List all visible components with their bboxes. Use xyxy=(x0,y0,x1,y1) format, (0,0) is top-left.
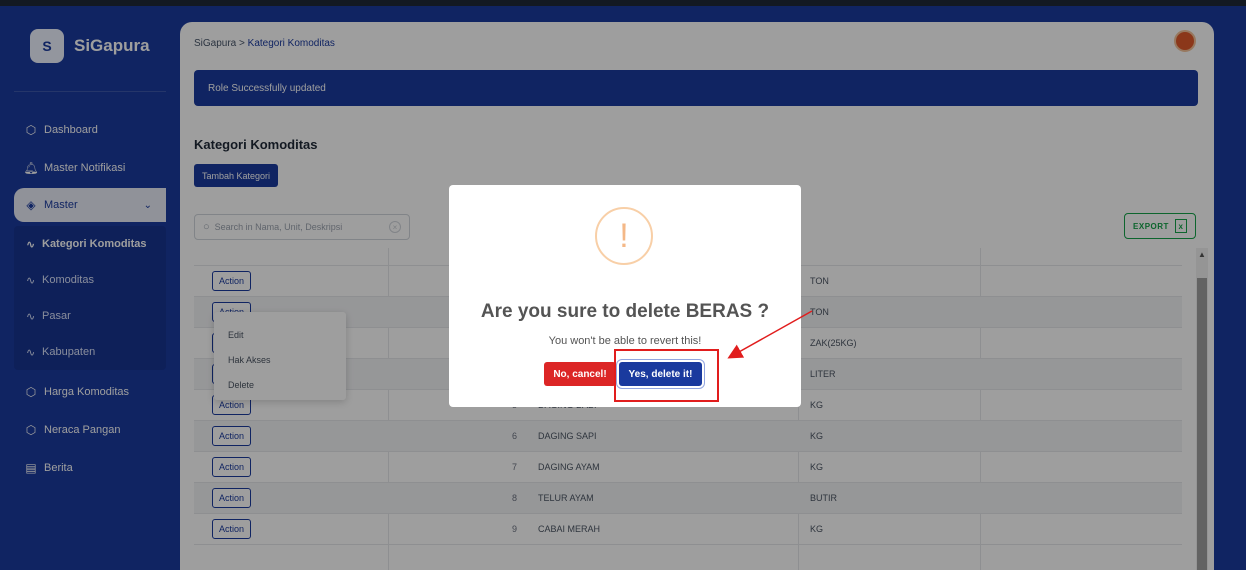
arrow-line xyxy=(727,310,813,359)
annotation-arrow xyxy=(727,310,813,359)
